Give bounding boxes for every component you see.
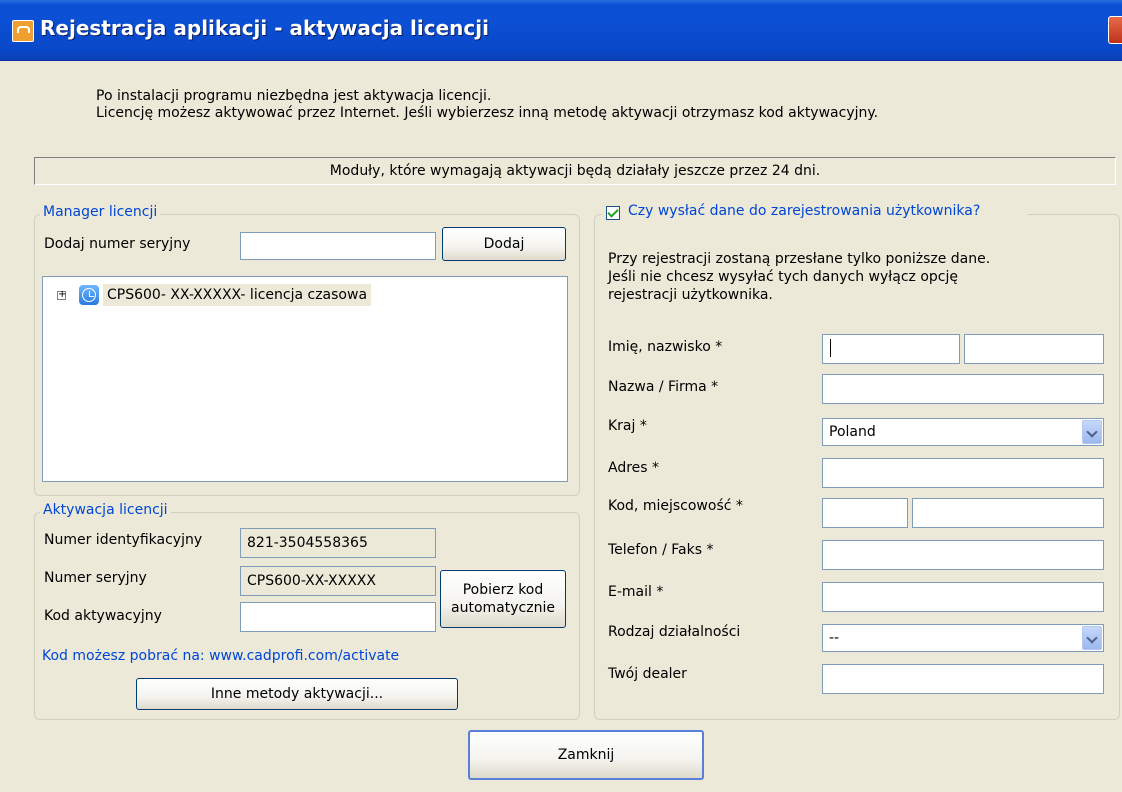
business-type-select[interactable]: -- <box>822 624 1104 652</box>
chevron-down-icon[interactable] <box>1082 626 1102 650</box>
activation-legend: Aktywacja licencji <box>40 502 171 518</box>
fetch-code-button-line-2: automatycznie <box>451 600 555 616</box>
dealer-input[interactable] <box>822 664 1104 694</box>
add-button[interactable]: Dodaj <box>442 227 566 261</box>
activation-code-label: Kod aktywacyjny <box>44 608 162 624</box>
name-label: Imię, nazwisko * <box>608 339 723 355</box>
phone-label: Telefon / Faks * <box>608 542 714 558</box>
registration-description: Przy rejestracji zostaną przesłane tylko… <box>608 250 990 304</box>
country-value: Poland <box>829 424 876 440</box>
other-methods-button[interactable]: Inne metody aktywacji... <box>136 678 458 710</box>
business-type-value: -- <box>829 630 840 646</box>
registration-description-line-2: Jeśli nie chcesz wysyłać tych danych wył… <box>608 269 958 285</box>
license-manager-legend: Manager licencji <box>40 204 161 220</box>
activation-serial-label: Numer seryjny <box>44 570 147 586</box>
activation-code-input[interactable] <box>240 602 436 632</box>
clock-icon <box>79 285 99 305</box>
close-button[interactable]: Zamknij <box>468 730 704 780</box>
fetch-code-button[interactable]: Pobierz kod automatycznie <box>440 570 566 628</box>
intro-line-1: Po instalacji programu niezbędna jest ak… <box>96 88 492 104</box>
city-input[interactable] <box>912 498 1104 528</box>
email-label: E-mail * <box>608 584 664 600</box>
phone-input[interactable] <box>822 540 1104 570</box>
window-title: Rejestracja aplikacji - aktywacja licenc… <box>40 16 489 40</box>
send-data-label[interactable]: Czy wysłać dane do zarejestrowania użytk… <box>628 203 980 219</box>
registration-description-line-3: rejestracji użytkownika. <box>608 287 773 303</box>
download-hint: Kod możesz pobrać na: www.cadprofi.com/a… <box>42 648 400 664</box>
id-number-field: 821-3504558365 <box>240 528 436 558</box>
intro-line-2: Licencję możesz aktywować przez Internet… <box>96 105 879 121</box>
send-data-checkbox[interactable] <box>606 206 620 220</box>
country-select[interactable]: Poland <box>822 418 1104 446</box>
company-label: Nazwa / Firma * <box>608 379 719 395</box>
first-name-input[interactable] <box>822 334 960 364</box>
intro-text: Po instalacji programu niezbędna jest ak… <box>96 88 878 122</box>
activation-serial-field: CPS600-XX-XXXXX <box>240 566 436 596</box>
last-name-input[interactable] <box>964 334 1104 364</box>
tree-item-label[interactable]: CPS600- XX-XXXXX- licencja czasowa <box>103 284 372 306</box>
company-input[interactable] <box>822 374 1104 404</box>
postal-code-input[interactable] <box>822 498 908 528</box>
text-caret <box>830 339 831 357</box>
expand-icon[interactable]: + <box>57 290 66 300</box>
email-input[interactable] <box>822 582 1104 612</box>
address-label: Adres * <box>608 460 660 476</box>
license-tree[interactable]: + CPS600- XX-XXXXX- licencja czasowa <box>42 276 568 482</box>
serial-number-label: Dodaj numer seryjny <box>44 236 191 252</box>
city-label: Kod, miejscowość * <box>608 498 743 514</box>
id-number-label: Numer identyfikacyjny <box>44 532 203 548</box>
title-bar: Rejestracja aplikacji - aktywacja licenc… <box>0 0 1122 61</box>
dealer-label: Twój dealer <box>608 666 687 682</box>
close-window-button[interactable] <box>1108 16 1122 44</box>
chevron-down-icon[interactable] <box>1082 420 1102 444</box>
key-icon <box>12 20 34 42</box>
days-remaining-info: Moduły, które wymagają aktywacji będą dz… <box>34 157 1116 185</box>
serial-number-input[interactable] <box>240 232 436 260</box>
registration-description-line-1: Przy rejestracji zostaną przesłane tylko… <box>608 251 991 267</box>
business-type-label: Rodzaj działalności <box>608 624 741 640</box>
fetch-code-button-line-1: Pobierz kod <box>462 582 544 598</box>
country-label: Kraj * <box>608 418 647 434</box>
address-input[interactable] <box>822 458 1104 488</box>
